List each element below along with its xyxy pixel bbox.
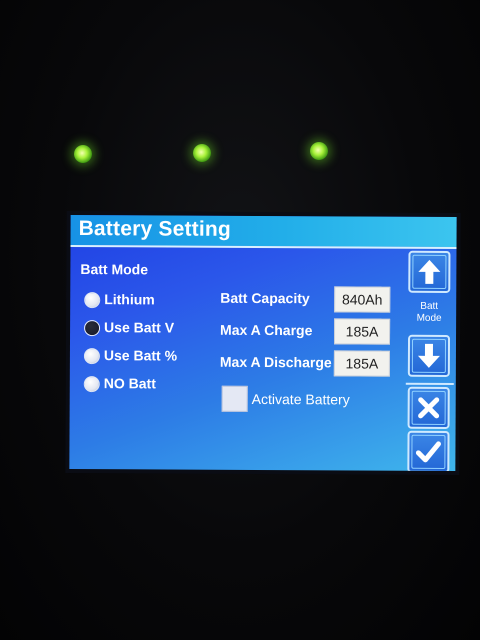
activate-battery-label: Activate Battery (251, 390, 350, 408)
lcd-screen: Battery Setting Batt Mode Lithium Use Ba… (65, 210, 461, 476)
max-a-charge-field[interactable]: 185A (333, 318, 391, 345)
radio-label: Lithium (104, 291, 155, 308)
page-title: Battery Setting (78, 217, 232, 241)
confirm-button[interactable] (407, 430, 450, 472)
status-led-1 (74, 145, 92, 163)
radio-button-selected[interactable] (84, 320, 101, 337)
radio-button[interactable] (83, 376, 100, 393)
side-divider (405, 382, 454, 385)
down-arrow-icon (411, 338, 447, 373)
up-arrow-icon (412, 254, 447, 289)
batt-mode-caption-line1: Batt (420, 300, 439, 312)
batt-mode-heading: Batt Mode (80, 261, 149, 278)
radio-label: Use Batt % (103, 347, 178, 364)
radio-label: Use Batt V (104, 319, 175, 336)
status-led-2 (193, 144, 211, 162)
battery-setting-panel: Battery Setting Batt Mode Lithium Use Ba… (69, 214, 457, 472)
radio-label: NO Batt (103, 375, 156, 392)
mode-down-button[interactable] (407, 334, 451, 377)
checkmark-icon (411, 434, 446, 469)
cancel-button[interactable] (407, 386, 450, 429)
batt-mode-caption-line2: Mode (416, 312, 442, 324)
status-led-3 (310, 142, 328, 160)
title-bar: Battery Setting (70, 214, 457, 250)
radio-button[interactable] (83, 348, 100, 365)
mode-up-button[interactable] (408, 250, 451, 293)
max-a-charge-label: Max A Charge (220, 321, 313, 339)
radio-button[interactable] (84, 292, 101, 309)
batt-capacity-field[interactable]: 840Ah (334, 286, 391, 313)
max-a-discharge-field[interactable]: 185A (333, 350, 390, 377)
activate-battery-checkbox[interactable] (221, 385, 248, 412)
batt-capacity-label: Batt Capacity (220, 289, 310, 307)
batt-mode-caption: Batt Mode (408, 301, 450, 325)
max-a-discharge-label: Max A Discharge (219, 353, 332, 371)
x-icon (411, 390, 446, 425)
side-control-panel: Batt Mode (405, 250, 456, 472)
